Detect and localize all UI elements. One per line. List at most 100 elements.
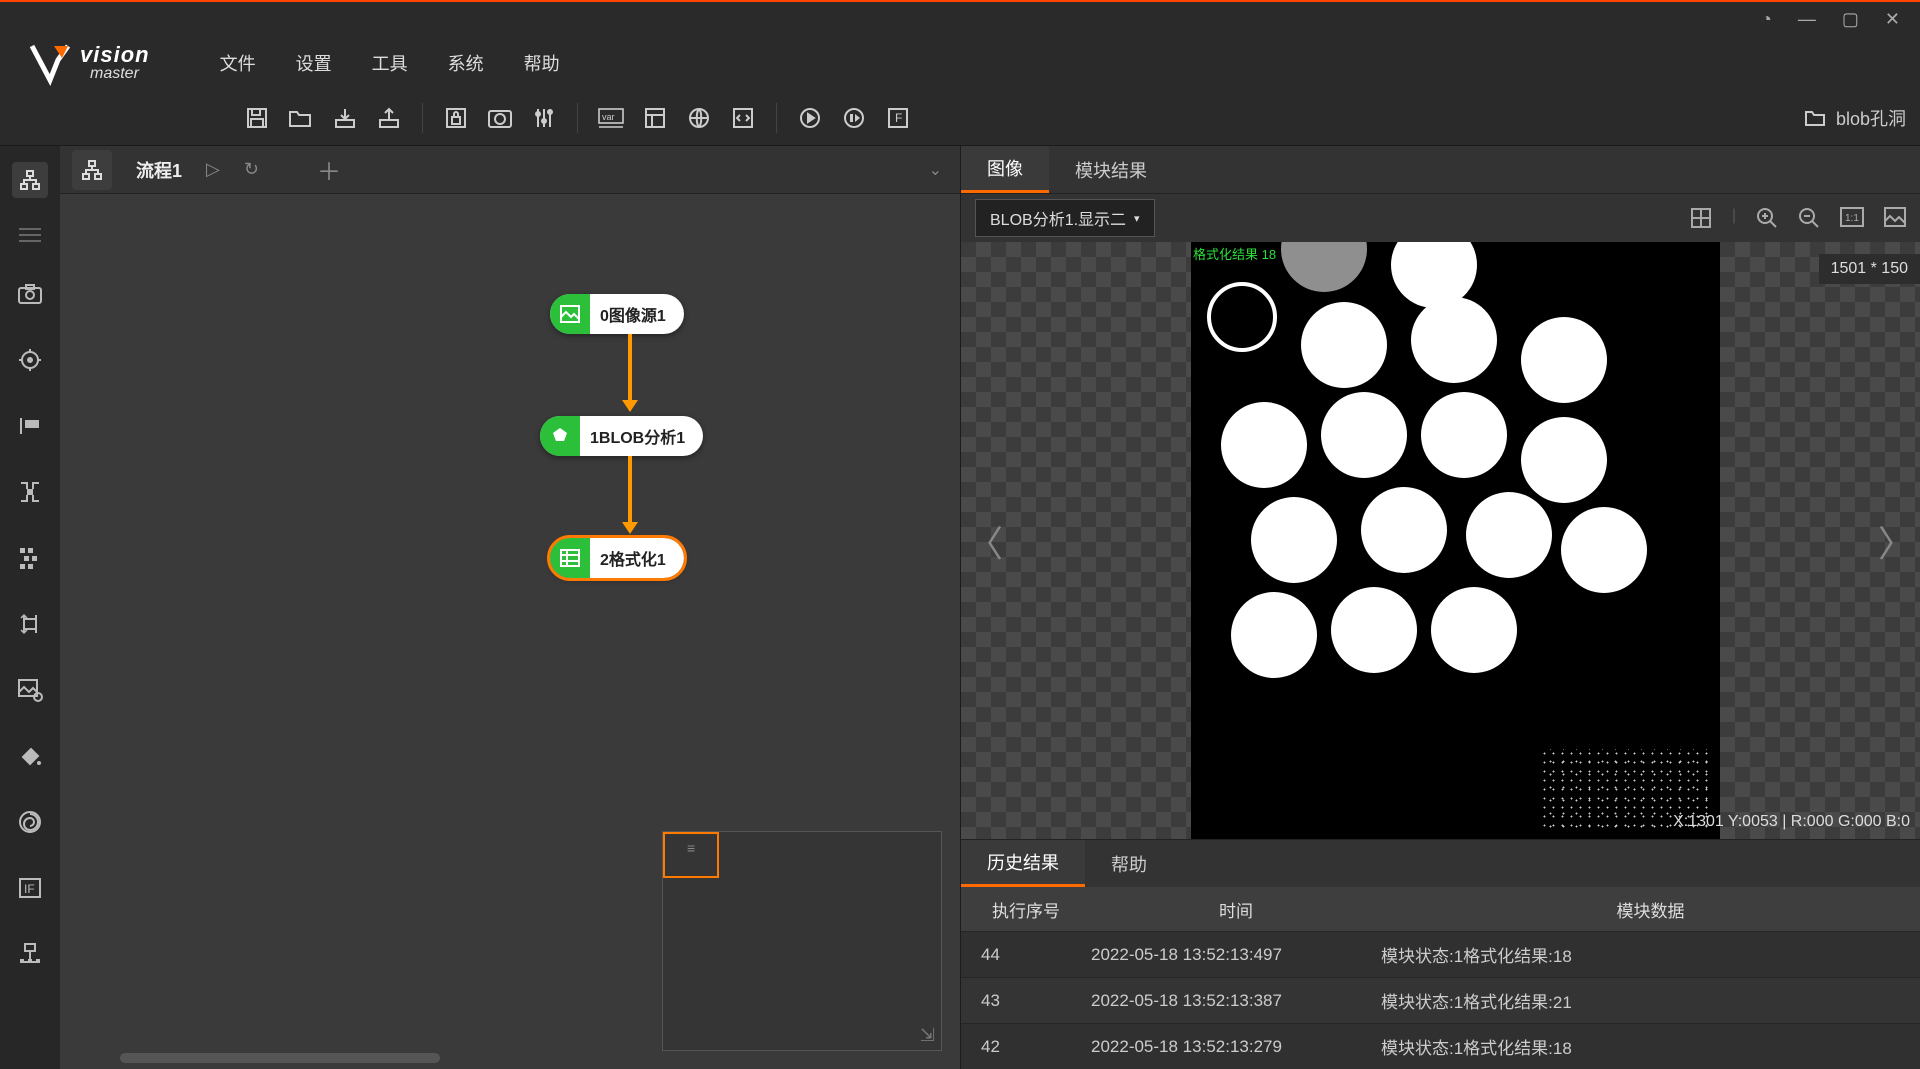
menu-help[interactable]: 帮助 <box>524 50 560 76</box>
variable-icon[interactable]: var <box>594 101 628 135</box>
history-table: 执行序号 时间 模块数据 44 2022-05-18 13:52:13:497 … <box>961 887 1920 1069</box>
minimap-expand-icon[interactable]: ⇲ <box>920 1025 935 1046</box>
pixel-info: X:1301 Y:0053 | R:000 G:000 B:0 <box>1673 813 1910 831</box>
lock-icon[interactable] <box>439 101 473 135</box>
palette-camera-icon[interactable] <box>12 276 48 312</box>
fullscreen-icon[interactable]: F <box>881 101 915 135</box>
tab-module-result[interactable]: 模块结果 <box>1049 146 1173 193</box>
image-dimensions: 1501 * 150 <box>1819 254 1920 284</box>
add-flow-icon[interactable]: ＋ <box>317 152 341 187</box>
flow-tree-icon[interactable] <box>72 150 112 190</box>
next-image-icon[interactable]: 〉 <box>1878 515 1914 567</box>
menu-file[interactable]: 文件 <box>220 50 256 76</box>
import-icon[interactable] <box>328 101 362 135</box>
play-icon[interactable] <box>793 101 827 135</box>
palette-if-icon[interactable]: IF <box>12 870 48 906</box>
palette-target-icon[interactable] <box>12 342 48 378</box>
globe-icon[interactable] <box>682 101 716 135</box>
arrow-icon <box>622 400 638 412</box>
node-label: 0图像源1 <box>600 302 666 326</box>
actual-size-icon[interactable]: 1:1 <box>1840 207 1864 229</box>
menu-settings[interactable]: 设置 <box>296 50 332 76</box>
zoom-out-icon[interactable] <box>1798 207 1820 229</box>
toolbar: var F blob孔洞 <box>0 90 1920 146</box>
camera-icon[interactable] <box>483 101 517 135</box>
flow-run-icon[interactable]: ▷ <box>206 159 220 180</box>
open-icon[interactable] <box>284 101 318 135</box>
palette-spiral-icon[interactable] <box>12 804 48 840</box>
minimize-button[interactable]: — <box>1798 9 1816 30</box>
export-icon[interactable] <box>372 101 406 135</box>
table-header: 执行序号 时间 模块数据 <box>961 887 1920 931</box>
prev-image-icon[interactable]: 〈 <box>967 515 1003 567</box>
image-toolbar: BLOB分析1.显示二 ▾ | 1:1 <box>961 194 1920 242</box>
history-tabs: 历史结果 帮助 <box>961 839 1920 887</box>
svg-text:F: F <box>895 111 902 125</box>
menubar: vision master 文件 设置 工具 系统 帮助 <box>0 36 1920 90</box>
horizontal-scrollbar[interactable] <box>120 1053 440 1063</box>
palette-measure-icon[interactable] <box>12 606 48 642</box>
open-file-indicator[interactable]: blob孔洞 <box>1804 105 1920 131</box>
logo-text-1: vision <box>80 44 150 66</box>
zoom-in-icon[interactable] <box>1756 207 1778 229</box>
image-content: 格式化结果 18 <box>1191 242 1720 839</box>
display-selector[interactable]: BLOB分析1.显示二 ▾ <box>975 199 1155 237</box>
node-blob-analysis[interactable]: 1BLOB分析1 <box>540 416 703 456</box>
table-row[interactable]: 42 2022-05-18 13:52:13:279 模块状态:1格式化结果:1… <box>961 1023 1920 1069</box>
flow-connector <box>628 334 632 402</box>
image-view[interactable]: 格式化结果 18 <box>961 242 1920 839</box>
flow-tab-name[interactable]: 流程1 <box>136 157 182 183</box>
fit-icon[interactable] <box>1690 207 1712 229</box>
app-logo: vision master <box>28 40 150 86</box>
image-picker-icon[interactable] <box>1884 207 1906 229</box>
flow-canvas[interactable]: 0图像源1 1BLOB分析1 2格式化1 ≡ ⇲ <box>60 194 960 1069</box>
node-label: 2格式化1 <box>600 546 666 570</box>
maximize-button[interactable]: ▢ <box>1842 9 1859 30</box>
close-button[interactable]: ✕ <box>1885 9 1900 30</box>
node-label: 1BLOB分析1 <box>590 424 685 448</box>
palette-grid-icon[interactable] <box>12 540 48 576</box>
node-image-source[interactable]: 0图像源1 <box>550 294 684 334</box>
main-area: IF 流程1 ▷ ↻ ＋ ⌄ 0图像源1 1BLOB分析1 <box>0 146 1920 1069</box>
palette-crop-icon[interactable] <box>12 474 48 510</box>
palette-fill-icon[interactable] <box>12 738 48 774</box>
palette-tree-icon[interactable] <box>12 162 48 198</box>
col-data: 模块数据 <box>1381 897 1920 922</box>
arrow-icon <box>622 522 638 534</box>
palette-image-settings-icon[interactable] <box>12 672 48 708</box>
sliders-icon[interactable] <box>527 101 561 135</box>
menu-system[interactable]: 系统 <box>448 50 484 76</box>
svg-text:IF: IF <box>24 882 35 896</box>
flow-dropdown-icon[interactable]: ⌄ <box>929 160 942 180</box>
menu-tools[interactable]: 工具 <box>372 50 408 76</box>
chevron-down-icon: ▾ <box>1134 212 1140 225</box>
tool-palette: IF <box>0 146 60 1069</box>
minimap-viewport[interactable] <box>663 832 719 878</box>
table-row[interactable]: 44 2022-05-18 13:52:13:497 模块状态:1格式化结果:1… <box>961 931 1920 977</box>
folder-icon <box>1804 108 1826 128</box>
open-file-name: blob孔洞 <box>1836 105 1906 131</box>
node-format[interactable]: 2格式化1 <box>550 538 684 578</box>
palette-align-icon[interactable] <box>12 408 48 444</box>
flow-loop-icon[interactable]: ↻ <box>244 159 259 180</box>
layout-icon[interactable] <box>638 101 672 135</box>
save-icon[interactable] <box>240 101 274 135</box>
svg-text:1:1: 1:1 <box>1845 213 1859 224</box>
palette-network-icon[interactable] <box>12 936 48 972</box>
help-hint-icon[interactable]: ◔ <box>1761 9 1772 30</box>
svg-text:var: var <box>602 112 615 122</box>
palette-grip[interactable] <box>19 228 41 242</box>
loop-play-icon[interactable] <box>837 101 871 135</box>
overlay-label: 格式化结果 18 <box>1193 244 1276 263</box>
table-row[interactable]: 43 2022-05-18 13:52:13:387 模块状态:1格式化结果:2… <box>961 977 1920 1023</box>
flow-panel: 流程1 ▷ ↻ ＋ ⌄ 0图像源1 1BLOB分析1 2 <box>60 146 960 1069</box>
titlebar: ◔ — ▢ ✕ <box>0 0 1920 36</box>
window-controls: ◔ — ▢ ✕ <box>1761 9 1920 30</box>
tab-image[interactable]: 图像 <box>961 146 1049 193</box>
blob-icon <box>540 416 580 456</box>
tab-help[interactable]: 帮助 <box>1085 840 1173 887</box>
minimap[interactable]: ≡ ⇲ <box>662 831 942 1051</box>
tab-history[interactable]: 历史结果 <box>961 840 1085 887</box>
code-icon[interactable] <box>726 101 760 135</box>
image-tools: | 1:1 <box>1690 207 1906 229</box>
